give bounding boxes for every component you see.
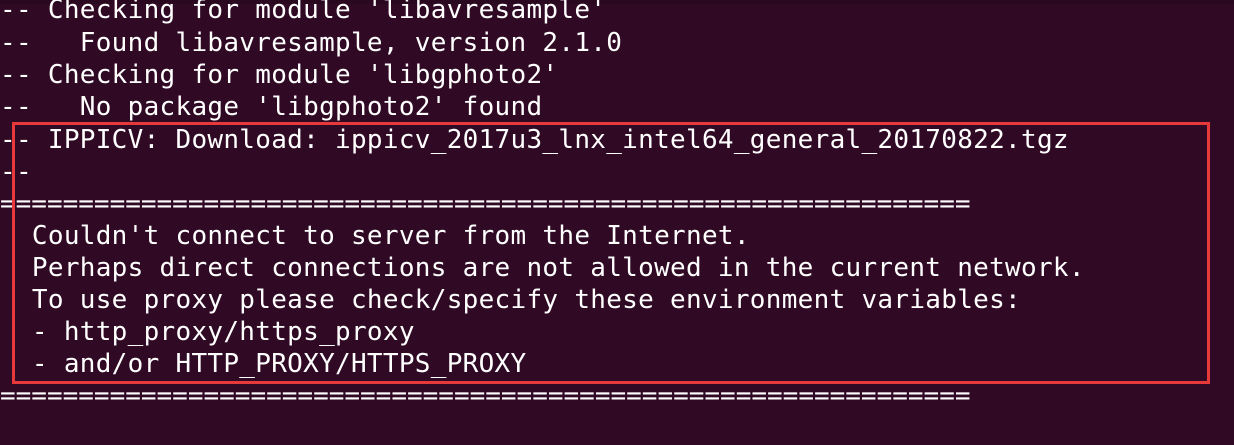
terminal-line: -- Checking for module 'libgphoto2' bbox=[0, 60, 559, 90]
error-highlight-box bbox=[12, 122, 1210, 384]
separator-line: ========================================… bbox=[0, 381, 971, 411]
terminal-line: -- No package 'libgphoto2' found bbox=[0, 92, 543, 122]
terminal-line: -- Found libavresample, version 2.1.0 bbox=[0, 28, 623, 58]
terminal-line: -- Checking for module 'libavresample' bbox=[0, 0, 607, 25]
terminal-window[interactable]: -- Checking for module 'libavresample' -… bbox=[0, 0, 1234, 445]
